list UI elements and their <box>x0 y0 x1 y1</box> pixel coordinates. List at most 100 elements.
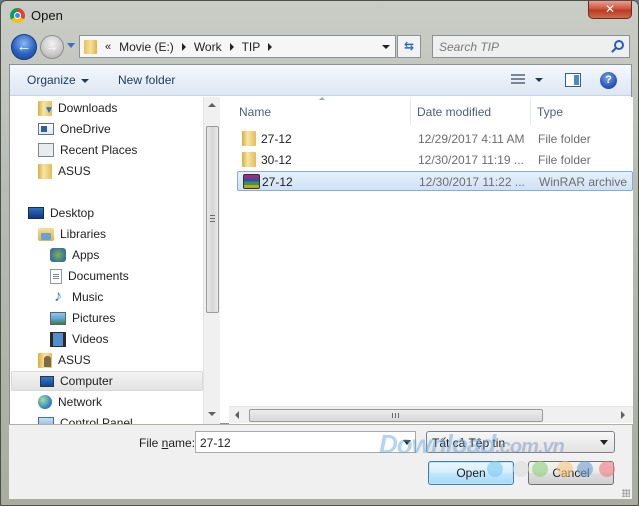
column-divider[interactable] <box>410 97 411 125</box>
nav-item-label: Pictures <box>72 311 116 325</box>
file-type: File folder <box>538 153 591 167</box>
preview-pane-icon[interactable] <box>565 73 581 87</box>
network-icon <box>38 395 52 409</box>
file-list: Name Date modified Type 27-12 12/29/2017… <box>229 97 633 424</box>
column-divider[interactable] <box>530 97 531 125</box>
chevron-down-icon <box>80 78 89 83</box>
scroll-right-icon[interactable] <box>621 411 625 419</box>
breadcrumb-tip[interactable]: TIP <box>242 40 261 54</box>
scroll-up-icon[interactable] <box>208 103 216 107</box>
breadcrumb-work[interactable]: Work <box>194 40 222 54</box>
close-button[interactable]: ✕ <box>588 1 632 19</box>
open-file-dialog: Open ✕ ← → « Movie (E:) Work TIP ⇆ Searc… <box>0 0 639 506</box>
breadcrumb-separator-icon[interactable] <box>181 42 186 51</box>
overflow-chevron-icon[interactable]: « <box>105 41 111 53</box>
back-button[interactable]: ← <box>11 34 37 60</box>
label-part: ame: <box>168 436 196 450</box>
file-row[interactable]: 27-12 12/30/2017 11:22 ... WinRAR archiv… <box>237 171 633 191</box>
nav-item-onedrive[interactable]: OneDrive <box>38 119 111 139</box>
nav-item-videos[interactable]: Videos <box>50 329 108 349</box>
file-date: 12/30/2017 11:19 ... <box>418 153 524 167</box>
nav-item-label: Control Panel <box>60 416 133 424</box>
scrollbar-thumb[interactable] <box>249 409 543 422</box>
file-name: 27-12 <box>262 175 293 189</box>
nav-item-label: ASUS <box>58 164 91 178</box>
grip-icon <box>210 215 215 222</box>
nav-item-label: Desktop <box>50 206 95 220</box>
chevron-down-icon <box>600 440 608 445</box>
videos-icon <box>50 331 66 347</box>
organize-button[interactable]: Organize <box>27 73 89 87</box>
command-toolbar: Organize New folder ? <box>10 65 631 96</box>
nav-item-computer[interactable]: Computer <box>11 371 203 391</box>
resize-grip-icon[interactable] <box>622 489 630 497</box>
nav-item-network[interactable]: Network <box>38 392 102 412</box>
nav-item-recent-places[interactable]: Recent Places <box>38 140 137 160</box>
search-icon[interactable] <box>614 40 624 50</box>
file-row[interactable]: 30-12 12/30/2017 11:19 ... File folder <box>237 150 633 170</box>
nav-item-label: Music <box>72 290 104 304</box>
nav-item-desktop[interactable]: Desktop <box>28 203 94 223</box>
open-button[interactable]: Open <box>428 461 514 485</box>
file-type-select[interactable]: Tất cả Tệp tin <box>426 431 615 453</box>
file-row[interactable]: 27-12 12/29/2017 4:11 AM File folder <box>237 129 633 149</box>
computer-icon <box>40 375 54 387</box>
folder-icon <box>242 131 256 146</box>
dialog-footer: File name: 27-12 Tất cả Tệp tin Open Can… <box>9 425 632 499</box>
file-date: 12/29/2017 4:11 AM <box>418 132 525 146</box>
address-dropdown-icon[interactable] <box>382 45 390 49</box>
recent-locations-dropdown-icon[interactable] <box>67 43 75 48</box>
nav-item-apps[interactable]: Apps <box>50 245 99 265</box>
documents-icon <box>50 268 62 284</box>
grip-icon <box>392 413 399 418</box>
forward-button[interactable]: → <box>40 35 64 59</box>
label-part: File <box>139 436 162 450</box>
nav-item-label: Downloads <box>58 101 118 115</box>
nav-item-libraries[interactable]: Libraries <box>38 224 106 244</box>
file-list-horizontal-scrollbar[interactable] <box>229 406 633 423</box>
nav-item-label: ASUS <box>58 353 91 367</box>
folder-icon <box>38 163 52 179</box>
nav-item-asus-favorite[interactable]: ASUS <box>38 161 91 181</box>
column-header-type[interactable]: Type <box>537 101 563 123</box>
column-header-name[interactable]: Name <box>239 101 271 123</box>
title-bar[interactable]: Open ✕ <box>1 1 638 29</box>
view-options-dropdown-icon[interactable] <box>535 78 543 82</box>
nav-item-downloads[interactable]: Downloads <box>38 98 117 118</box>
help-icon[interactable]: ? <box>600 72 617 89</box>
scroll-down-icon[interactable] <box>208 412 216 416</box>
nav-item-label: OneDrive <box>60 122 111 136</box>
recent-places-icon <box>38 143 54 157</box>
nav-item-asus-user[interactable]: ASUS <box>38 350 91 370</box>
search-placeholder: Search TIP <box>439 40 500 54</box>
content-area: Organize New folder ? Downloads OneDrive… <box>9 64 633 424</box>
nav-item-label: Libraries <box>60 227 107 241</box>
scrollbar-thumb[interactable] <box>206 126 219 313</box>
change-view-icon[interactable] <box>511 74 525 86</box>
sort-ascending-icon <box>319 97 325 100</box>
user-folder-icon <box>38 352 52 368</box>
folder-icon <box>84 39 97 54</box>
navigation-pane-scrollbar[interactable] <box>203 97 220 424</box>
scroll-left-icon[interactable] <box>235 411 239 419</box>
nav-item-pictures[interactable]: Pictures <box>50 308 115 328</box>
search-input[interactable]: Search TIP <box>432 35 630 58</box>
file-name-value: 27-12 <box>200 436 231 450</box>
winrar-icon <box>243 174 260 189</box>
pictures-icon <box>50 311 66 325</box>
breadcrumb-separator-icon[interactable] <box>268 42 273 51</box>
nav-item-documents[interactable]: Documents <box>50 266 129 286</box>
file-type-selected: Tất cả Tệp tin <box>432 436 506 450</box>
breadcrumb-separator-icon[interactable] <box>229 42 234 51</box>
new-folder-button[interactable]: New folder <box>118 73 175 87</box>
chevron-down-icon[interactable] <box>403 440 411 445</box>
refresh-button[interactable]: ⇆ <box>397 35 421 58</box>
file-date: 12/30/2017 11:22 ... <box>419 175 525 189</box>
nav-item-control-panel[interactable]: Control Panel <box>38 413 133 424</box>
column-header-date-modified[interactable]: Date modified <box>417 101 491 123</box>
address-bar[interactable]: « Movie (E:) Work TIP <box>79 35 396 58</box>
file-name-input[interactable]: 27-12 <box>195 431 416 453</box>
cancel-button[interactable]: Cancel <box>528 461 614 485</box>
breadcrumb-movie-drive[interactable]: Movie (E:) <box>119 40 174 54</box>
nav-item-music[interactable]: ♪ Music <box>50 287 103 307</box>
